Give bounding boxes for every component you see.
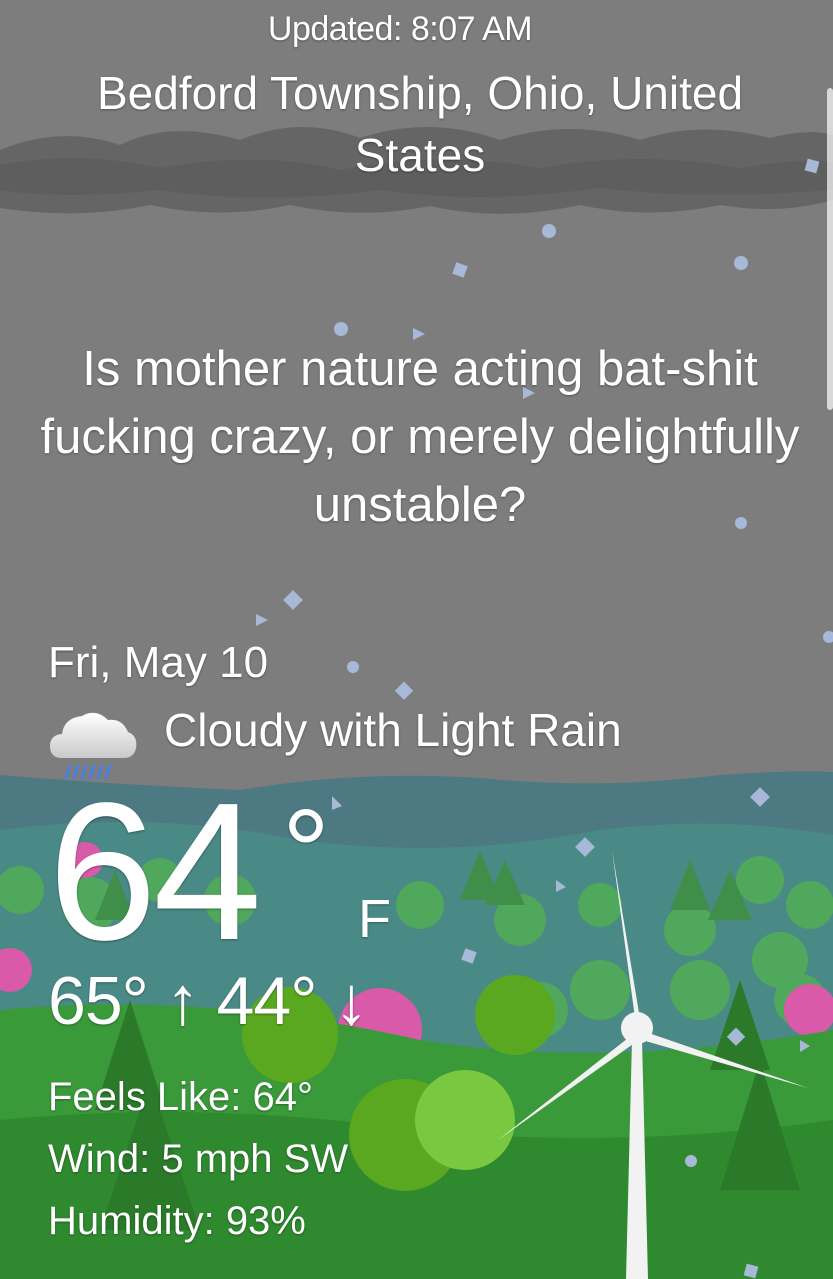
feels-like: Feels Like: 64° — [48, 1075, 314, 1119]
degree-symbol: ° — [282, 785, 330, 919]
updated-time: Updated: 8:07 AM — [267, 10, 533, 48]
forecast-date: Fri, May 10 — [48, 638, 269, 687]
weather-quote: Is mother nature acting bat-shit fucking… — [40, 342, 800, 532]
wind-speed: Wind: 5 mph SW — [48, 1137, 349, 1181]
high-low-temperature: 65° ↑ 44° ↓ — [48, 963, 368, 1039]
temperature-unit[interactable]: F — [358, 888, 391, 950]
condition-text: Cloudy with Light Rain — [164, 704, 622, 756]
humidity: Humidity: 93% — [48, 1199, 306, 1243]
current-temperature: 64 — [48, 762, 262, 981]
location-title: Bedford Township, Ohio, United States — [96, 67, 744, 181]
scrollbar[interactable] — [827, 88, 833, 410]
